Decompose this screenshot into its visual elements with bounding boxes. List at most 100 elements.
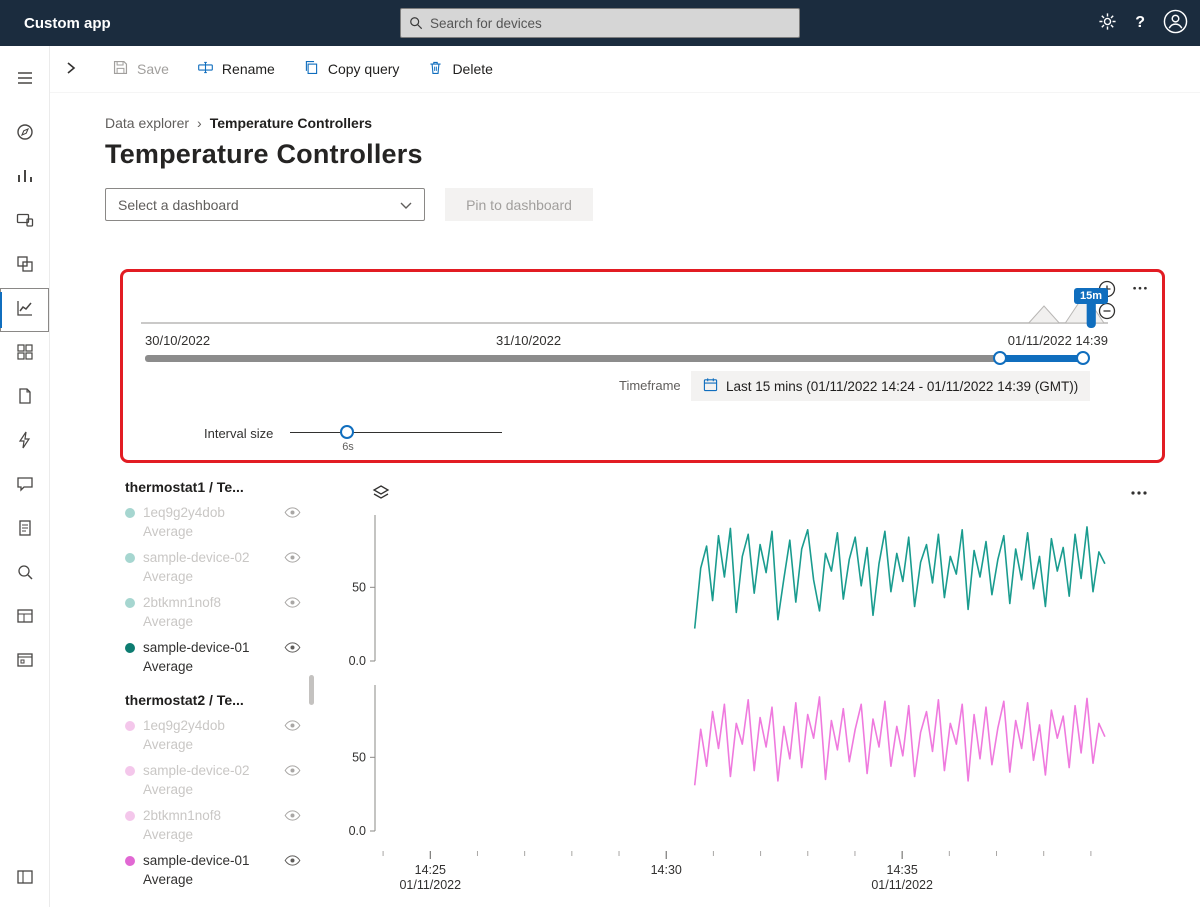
copy-icon	[303, 59, 320, 79]
series-aggregation: Average	[143, 522, 315, 541]
line-chart-thermostat1[interactable]: 500.0	[315, 511, 1165, 679]
timeline-more-icon[interactable]	[1131, 281, 1149, 299]
range-grab-handle[interactable]	[1087, 300, 1096, 328]
range-duration-badge[interactable]: 15m	[1074, 288, 1108, 304]
series-color-dot	[125, 553, 135, 563]
visibility-eye-icon[interactable]	[284, 810, 301, 821]
save-button[interactable]: Save	[112, 59, 169, 79]
series-color-dot	[125, 856, 135, 866]
rail-item-analytics[interactable]	[0, 156, 49, 200]
question-icon: ?	[1135, 14, 1145, 32]
interval-slider[interactable]: 6s	[290, 419, 502, 453]
brush-track[interactable]	[145, 355, 1085, 362]
rail-item-jobs[interactable]	[0, 420, 49, 464]
expand-panel-button[interactable]	[64, 61, 78, 78]
brush-end-handle[interactable]	[1076, 351, 1090, 365]
svg-text:14:30: 14:30	[651, 863, 682, 877]
rail-item-audit-logs[interactable]	[0, 508, 49, 552]
legend-item: 1eq9g2y4dobAverage	[125, 716, 315, 754]
brush-start-handle[interactable]	[993, 351, 1007, 365]
date-label-mid: 31/10/2022	[496, 333, 561, 348]
legend-item: sample-device-01Average	[125, 851, 315, 889]
rename-button[interactable]: Rename	[197, 59, 275, 79]
svg-text:0.0: 0.0	[349, 654, 366, 668]
device-search[interactable]	[400, 8, 800, 38]
left-rail	[0, 46, 50, 907]
availability-timeline[interactable]: 15m	[141, 288, 1108, 334]
visibility-eye-icon[interactable]	[284, 507, 301, 518]
dashboard-controls: Select a dashboard Pin to dashboard	[105, 188, 1165, 221]
visibility-eye-icon[interactable]	[284, 765, 301, 776]
time-brush[interactable]	[145, 351, 1085, 365]
timeline-date-labels: 30/10/2022 31/10/2022 01/11/2022 14:39	[123, 333, 1162, 349]
rail-item-device-groups[interactable]	[0, 244, 49, 288]
svg-text:14:35: 14:35	[887, 863, 918, 877]
rail-item-dashboards[interactable]	[0, 332, 49, 376]
rail-item-application[interactable]	[0, 640, 49, 684]
menu-icon	[15, 68, 35, 93]
rail-item-edge-manifests[interactable]	[0, 596, 49, 640]
line-chart-thermostat2[interactable]: 500.0	[315, 681, 1165, 849]
rail-item-device-templates[interactable]	[0, 552, 49, 596]
layers-button[interactable]	[371, 483, 391, 506]
rail-item-devices[interactable]	[0, 200, 49, 244]
pin-to-dashboard-button[interactable]: Pin to dashboard	[445, 188, 593, 221]
search-input[interactable]	[430, 16, 791, 31]
topbar-actions: ?	[1098, 9, 1188, 37]
date-label-end: 01/11/2022 14:39	[1008, 333, 1108, 348]
svg-text:0.0: 0.0	[349, 824, 366, 838]
legend-item: 1eq9g2y4dobAverage	[125, 503, 315, 541]
svg-text:14:25: 14:25	[415, 863, 446, 877]
magnifier-icon	[15, 562, 35, 587]
delete-button[interactable]: Delete	[427, 59, 492, 79]
interval-size-label: Interval size	[204, 426, 273, 441]
copy-query-button[interactable]: Copy query	[303, 59, 400, 79]
calendar-icon	[703, 377, 718, 395]
series-aggregation: Average	[143, 567, 315, 586]
chevron-right-icon	[64, 61, 78, 78]
visibility-eye-icon[interactable]	[284, 720, 301, 731]
help-button[interactable]: ?	[1135, 14, 1145, 32]
settings-button[interactable]	[1098, 12, 1117, 34]
brush-selected-range[interactable]	[998, 355, 1085, 362]
chart-toolbar	[315, 477, 1165, 511]
gear-icon	[1098, 12, 1117, 34]
svg-text:50: 50	[352, 580, 366, 594]
interval-slider-handle[interactable]	[340, 425, 354, 439]
rail-item-menu[interactable]	[0, 58, 49, 102]
rail-item-forms[interactable]	[0, 376, 49, 420]
interval-slider-track[interactable]	[290, 432, 502, 433]
svg-text:50: 50	[352, 750, 366, 764]
rail-item-data-explorer[interactable]	[0, 288, 49, 332]
dashboard-select[interactable]: Select a dashboard	[105, 188, 425, 221]
rail-item-customization[interactable]	[0, 857, 49, 901]
series-color-dot	[125, 811, 135, 821]
legend-item: sample-device-02Average	[125, 761, 315, 799]
timeframe-picker[interactable]: Last 15 mins (01/11/2022 14:24 - 01/11/2…	[691, 371, 1090, 401]
svg-text:01/11/2022: 01/11/2022	[399, 878, 461, 892]
breadcrumb-current: Temperature Controllers	[210, 115, 372, 131]
visibility-eye-icon[interactable]	[284, 855, 301, 866]
visibility-eye-icon[interactable]	[284, 597, 301, 608]
person-icon	[1163, 9, 1188, 37]
svg-text:01/11/2022: 01/11/2022	[871, 878, 933, 892]
legend-group-0: thermostat1 / Te...1eq9g2y4dobAveragesam…	[105, 479, 315, 676]
account-button[interactable]	[1163, 9, 1188, 37]
visibility-eye-icon[interactable]	[284, 642, 301, 653]
rail-item-overview[interactable]	[0, 112, 49, 156]
legend-scrollbar[interactable]	[309, 675, 314, 705]
search-icon	[409, 16, 423, 30]
breadcrumb-data-explorer[interactable]: Data explorer	[105, 115, 189, 131]
chevron-down-icon	[400, 197, 412, 213]
chart-explorer: thermostat1 / Te...1eq9g2y4dobAveragesam…	[105, 477, 1165, 905]
window-icon	[15, 650, 35, 675]
rail-item-rules[interactable]	[0, 464, 49, 508]
legend-item: sample-device-02Average	[125, 548, 315, 586]
series-color-dot	[125, 643, 135, 653]
series-aggregation: Average	[143, 612, 315, 631]
chart-more-icon[interactable]	[1129, 483, 1149, 506]
series-aggregation: Average	[143, 825, 315, 844]
series-aggregation: Average	[143, 780, 315, 799]
series-color-dot	[125, 598, 135, 608]
visibility-eye-icon[interactable]	[284, 552, 301, 563]
